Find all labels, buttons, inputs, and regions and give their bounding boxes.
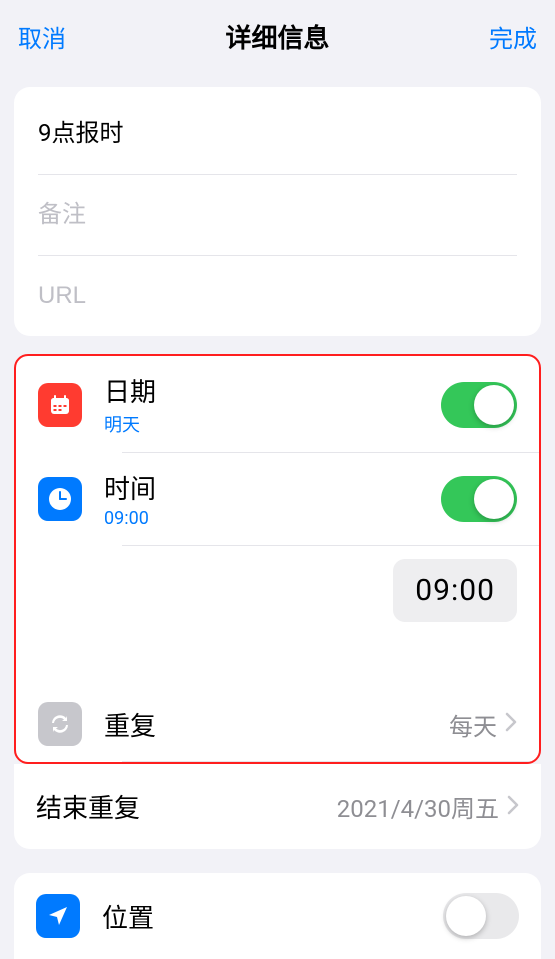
url-field-row [38, 256, 517, 336]
repeat-icon [38, 702, 82, 746]
date-toggle[interactable] [441, 382, 517, 428]
time-label: 时间 [104, 469, 441, 506]
date-subtext: 明天 [104, 411, 441, 437]
time-picker[interactable]: 09:00 [393, 559, 517, 622]
title-input[interactable]: 9点报时 [38, 113, 517, 148]
end-repeat-row[interactable]: 结束重复 2021/4/30周五 [14, 764, 541, 849]
location-row[interactable]: 位置 [14, 873, 541, 959]
location-label: 位置 [102, 898, 443, 935]
clock-icon [38, 477, 82, 521]
notes-field-row [38, 175, 517, 256]
location-toggle[interactable] [443, 893, 519, 939]
blank-spacer [16, 640, 539, 688]
done-button[interactable]: 完成 [489, 19, 537, 54]
repeat-value: 每天 [449, 707, 497, 742]
repeat-label: 重复 [104, 706, 449, 743]
notes-input[interactable] [38, 201, 517, 229]
title-field-row: 9点报时 [38, 87, 517, 175]
cancel-button[interactable]: 取消 [18, 19, 66, 54]
end-repeat-label: 结束重复 [36, 788, 140, 825]
time-subtext: 09:00 [104, 508, 441, 529]
repeat-row[interactable]: 重复 每天 [16, 688, 539, 762]
date-row[interactable]: 日期 明天 [16, 356, 539, 453]
date-label: 日期 [104, 372, 441, 409]
time-picker-area: 09:00 [16, 545, 539, 640]
header: 取消 详细信息 完成 [0, 0, 555, 73]
end-repeat-value: 2021/4/30周五 [337, 789, 499, 824]
time-toggle[interactable] [441, 476, 517, 522]
fields-card: 9点报时 [14, 87, 541, 336]
calendar-icon [38, 383, 82, 427]
chevron-right-icon [505, 709, 517, 739]
location-icon [36, 894, 80, 938]
end-repeat-card: 结束重复 2021/4/30周五 [14, 764, 541, 849]
schedule-card: 日期 明天 时间 09:00 09:00 [14, 354, 541, 764]
location-card: 位置 [14, 873, 541, 959]
chevron-right-icon [507, 792, 519, 822]
time-row[interactable]: 时间 09:00 [16, 453, 539, 545]
page-title: 详细信息 [225, 18, 329, 55]
url-input[interactable] [38, 282, 517, 310]
